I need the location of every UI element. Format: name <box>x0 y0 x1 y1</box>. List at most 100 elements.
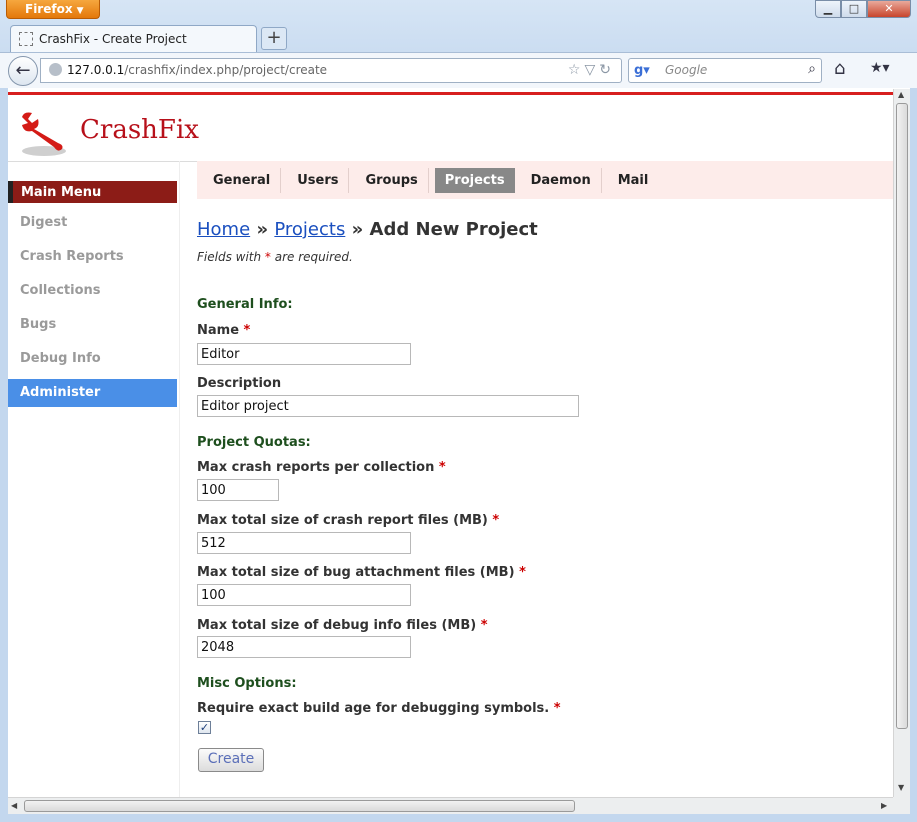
max-debug-size-label-text: Max total size of debug info files (MB) <box>197 618 477 633</box>
max-report-size-label-text: Max total size of crash report files (MB… <box>197 513 488 528</box>
required-note-suffix: are required. <box>270 250 353 264</box>
required-star: * <box>519 565 526 580</box>
sidebar: Main Menu Digest Crash Reports Collectio… <box>8 181 177 407</box>
breadcrumb-separator: » <box>351 219 364 240</box>
new-tab-button[interactable]: + <box>261 27 287 50</box>
back-button[interactable]: ← <box>8 56 38 86</box>
scroll-up-icon[interactable]: ▲ <box>898 90 904 99</box>
max-bug-size-label-text: Max total size of bug attachment files (… <box>197 565 515 580</box>
url-host: 127.0.0.1 <box>67 63 125 77</box>
firefox-menu-button[interactable]: Firefox ▼ <box>6 0 100 19</box>
max-bug-size-field[interactable] <box>197 584 411 606</box>
browser-tab[interactable]: CrashFix - Create Project <box>10 25 257 52</box>
tab-users[interactable]: Users <box>287 168 350 193</box>
search-placeholder: Google <box>665 63 708 77</box>
logo-text: CrashFix <box>80 115 199 145</box>
search-bar[interactable]: g▾ Google ⌕ <box>628 58 822 83</box>
tab-general[interactable]: General <box>203 168 282 193</box>
sidebar-item-digest[interactable]: Digest <box>8 209 177 237</box>
max-report-size-field[interactable] <box>197 532 411 554</box>
firefox-menu-label: Firefox <box>25 2 73 16</box>
tab-daemon[interactable]: Daemon <box>521 168 602 193</box>
globe-icon <box>49 63 62 76</box>
home-icon[interactable]: ⌂ <box>834 58 845 79</box>
create-button[interactable]: Create <box>198 748 264 772</box>
exact-build-label-text: Require exact build age for debugging sy… <box>197 701 550 716</box>
horizontal-scroll-thumb[interactable] <box>24 800 575 812</box>
max-debug-size-field[interactable] <box>197 636 411 658</box>
max-reports-label-text: Max crash reports per collection <box>197 460 435 475</box>
scroll-right-icon[interactable]: ▶ <box>881 801 887 810</box>
required-star: * <box>438 460 446 475</box>
required-fields-note: Fields with * are required. <box>197 250 887 264</box>
url-bar-tools: ☆▽↻ <box>568 62 615 78</box>
max-bug-size-label: Max total size of bug attachment files (… <box>197 565 526 580</box>
max-reports-field[interactable] <box>197 479 279 501</box>
breadcrumb-projects-link[interactable]: Projects <box>274 219 345 240</box>
minimize-button[interactable]: ▁ <box>815 0 841 18</box>
description-field[interactable] <box>197 395 579 417</box>
misc-options-title: Misc Options: <box>197 676 297 691</box>
browser-chrome: Firefox ▼ ▁ □ ✕ CrashFix - Create Project… <box>0 0 917 88</box>
scroll-left-icon[interactable]: ◀ <box>11 801 17 810</box>
vertical-scrollbar[interactable]: ▲ ▼ <box>893 89 910 797</box>
required-star: * <box>243 323 251 338</box>
tab-mail[interactable]: Mail <box>608 168 659 193</box>
tab-title: CrashFix - Create Project <box>39 32 187 46</box>
window-frame-left <box>0 88 8 822</box>
history-dropdown-icon[interactable]: ▽ <box>584 62 599 78</box>
scroll-down-icon[interactable]: ▼ <box>898 783 904 792</box>
exact-build-label: Require exact build age for debugging sy… <box>197 701 561 716</box>
close-window-button[interactable]: ✕ <box>867 0 911 18</box>
google-engine-icon[interactable]: g▾ <box>634 63 650 78</box>
wrench-logo-icon <box>22 112 66 156</box>
page-favicon-icon <box>19 32 33 46</box>
maximize-button[interactable]: □ <box>841 0 867 18</box>
main-content: Home » Projects » Add New Project Fields… <box>197 219 887 772</box>
description-label: Description <box>197 376 282 391</box>
name-label-text: Name <box>197 323 240 338</box>
project-quotas-title: Project Quotas: <box>197 435 311 450</box>
page-title: Add New Project <box>369 219 538 240</box>
navigation-toolbar: ← 127.0.0.1/crashfix/index.php/project/c… <box>0 52 917 88</box>
sidebar-item-collections[interactable]: Collections <box>8 277 177 305</box>
breadcrumb-separator: » <box>256 219 269 240</box>
required-star: * <box>480 618 488 633</box>
name-label: Name * <box>197 323 250 338</box>
breadcrumb-home-link[interactable]: Home <box>197 219 250 240</box>
tab-projects[interactable]: Projects <box>434 168 515 193</box>
name-field[interactable] <box>197 343 411 365</box>
required-star: * <box>553 701 561 716</box>
max-report-size-label: Max total size of crash report files (MB… <box>197 513 499 528</box>
admin-submenu: General Users Groups Projects Daemon Mai… <box>197 161 893 199</box>
exact-build-checkbox[interactable]: ✓ <box>198 721 211 734</box>
horizontal-scrollbar[interactable]: ◀ ▶ <box>8 797 893 814</box>
search-icon[interactable]: ⌕ <box>808 61 816 77</box>
page-viewport: CrashFix Main Menu Digest Crash Reports … <box>8 89 893 797</box>
required-star: * <box>492 513 500 528</box>
url-bar[interactable]: 127.0.0.1/crashfix/index.php/project/cre… <box>40 58 622 83</box>
vertical-scroll-thumb[interactable] <box>896 103 908 729</box>
bookmarks-menu-icon[interactable]: ★▾ <box>870 60 890 76</box>
sidebar-item-administer[interactable]: Administer <box>8 379 177 407</box>
sidebar-divider <box>179 161 180 797</box>
window-controls: ▁ □ ✕ <box>815 0 911 18</box>
header-accent-line <box>8 92 893 95</box>
tab-groups[interactable]: Groups <box>355 168 429 193</box>
required-note-prefix: Fields with <box>197 250 265 264</box>
sidebar-item-crash-reports[interactable]: Crash Reports <box>8 243 177 271</box>
reload-icon[interactable]: ↻ <box>599 62 615 78</box>
sidebar-title: Main Menu <box>8 181 177 203</box>
bookmark-star-icon[interactable]: ☆ <box>568 62 585 78</box>
sidebar-item-bugs[interactable]: Bugs <box>8 311 177 339</box>
window-frame-right <box>910 88 917 822</box>
breadcrumb: Home » Projects » Add New Project <box>197 219 887 240</box>
window-frame-bottom <box>0 814 917 822</box>
max-reports-label: Max crash reports per collection * <box>197 460 446 475</box>
max-debug-size-label: Max total size of debug info files (MB) … <box>197 618 488 633</box>
url-path: /crashfix/index.php/project/create <box>124 63 328 77</box>
resize-grip <box>893 797 910 814</box>
general-info-title: General Info: <box>197 297 293 312</box>
sidebar-item-debug-info[interactable]: Debug Info <box>8 345 177 373</box>
chevron-down-icon: ▼ <box>76 6 84 16</box>
